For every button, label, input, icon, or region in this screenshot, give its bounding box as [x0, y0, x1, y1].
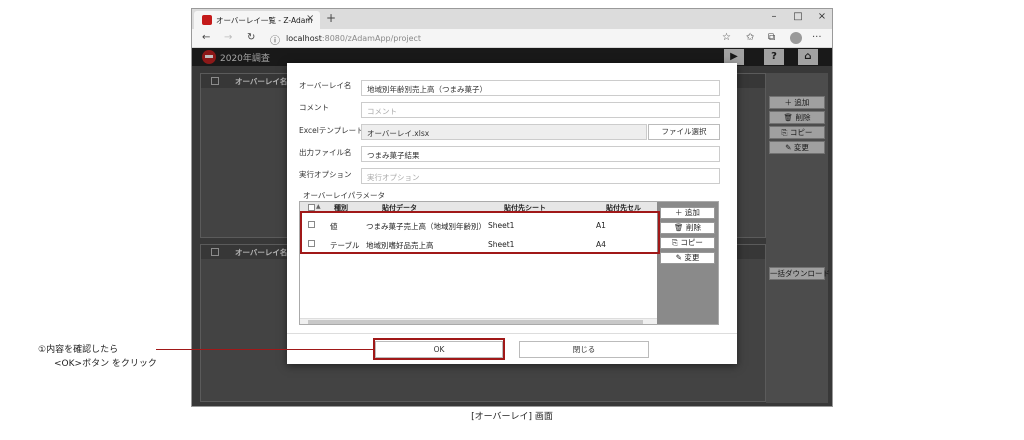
- sort-asc-icon[interactable]: ▲: [316, 203, 321, 210]
- window-close-icon[interactable]: ×: [812, 11, 832, 22]
- template-label: Excelテンプレート: [299, 126, 364, 135]
- run-option-input[interactable]: 実行オプション: [361, 168, 720, 184]
- back-icon[interactable]: ←: [202, 32, 210, 43]
- new-tab-icon[interactable]: +: [326, 11, 336, 25]
- forward-icon[interactable]: →: [224, 32, 232, 43]
- site-info-icon[interactable]: ⓘ: [270, 32, 280, 47]
- overlay-name-label: オーバーレイ名: [299, 81, 352, 90]
- param-copy-button[interactable]: ⎘ コピー: [660, 237, 715, 249]
- file-select-button[interactable]: ファイル選択: [648, 124, 720, 140]
- tab-title: オーバーレイ一覧 - Z-Adam: [216, 16, 313, 25]
- tab-bar: オーバーレイ一覧 - Z-Adam × + – □ ×: [192, 9, 832, 29]
- dialog-footer-divider: [287, 333, 737, 334]
- params-rows-highlight: [300, 211, 660, 254]
- comment-input[interactable]: コメント: [361, 102, 720, 118]
- tab-close-icon[interactable]: ×: [306, 13, 314, 24]
- browser-tab[interactable]: オーバーレイ一覧 - Z-Adam ×: [194, 11, 320, 29]
- more-menu-icon[interactable]: ···: [812, 32, 822, 43]
- profile-avatar[interactable]: [790, 32, 802, 44]
- close-button[interactable]: 閉じる: [519, 341, 649, 358]
- app-favicon-icon: [202, 15, 212, 25]
- run-option-label: 実行オプション: [299, 170, 352, 179]
- bookmark-star-icon[interactable]: ☆: [722, 32, 731, 43]
- maximize-icon[interactable]: □: [788, 11, 808, 22]
- param-add-button[interactable]: ＋ 追加: [660, 207, 715, 219]
- callout-text-line2: <OK>ボタン をクリック: [54, 359, 157, 369]
- ok-button-highlight: [373, 338, 505, 360]
- url-host: localhost: [286, 34, 322, 43]
- favorites-icon[interactable]: ✩: [746, 32, 754, 43]
- url-path: :8080/zAdamApp/project: [321, 34, 422, 43]
- callout-line: [156, 349, 373, 350]
- param-delete-button[interactable]: 🗑 削除: [660, 222, 715, 234]
- template-input: オーバーレイ.xlsx: [361, 124, 647, 140]
- scrollbar-thumb[interactable]: [308, 320, 643, 324]
- params-section-label: オーバーレイパラメータ: [303, 191, 386, 200]
- horizontal-scrollbar[interactable]: [300, 318, 657, 324]
- callout-text-line1: ①内容を確認したら: [38, 345, 119, 355]
- params-button-panel: ＋ 追加 🗑 削除 ⎘ コピー ✎ 変更: [657, 202, 718, 324]
- select-all-params-checkbox[interactable]: [308, 204, 315, 211]
- comment-label: コメント: [299, 103, 329, 112]
- output-file-label: 出力ファイル名: [299, 148, 352, 157]
- output-file-input[interactable]: つまみ菓子結果: [361, 146, 720, 162]
- figure-caption: [オーバーレイ] 画面: [471, 412, 553, 422]
- overlay-name-input[interactable]: 地域別年齢別売上高（つまみ菓子）: [361, 80, 720, 96]
- url-field[interactable]: localhost:8080/zAdamApp/project: [286, 34, 421, 43]
- minimize-icon[interactable]: –: [764, 11, 784, 22]
- collections-icon[interactable]: ⧉: [768, 32, 775, 43]
- address-bar: ← → ↻ ⓘ localhost:8080/zAdamApp/project …: [192, 29, 832, 48]
- param-edit-button[interactable]: ✎ 変更: [660, 252, 715, 264]
- reload-icon[interactable]: ↻: [247, 32, 255, 43]
